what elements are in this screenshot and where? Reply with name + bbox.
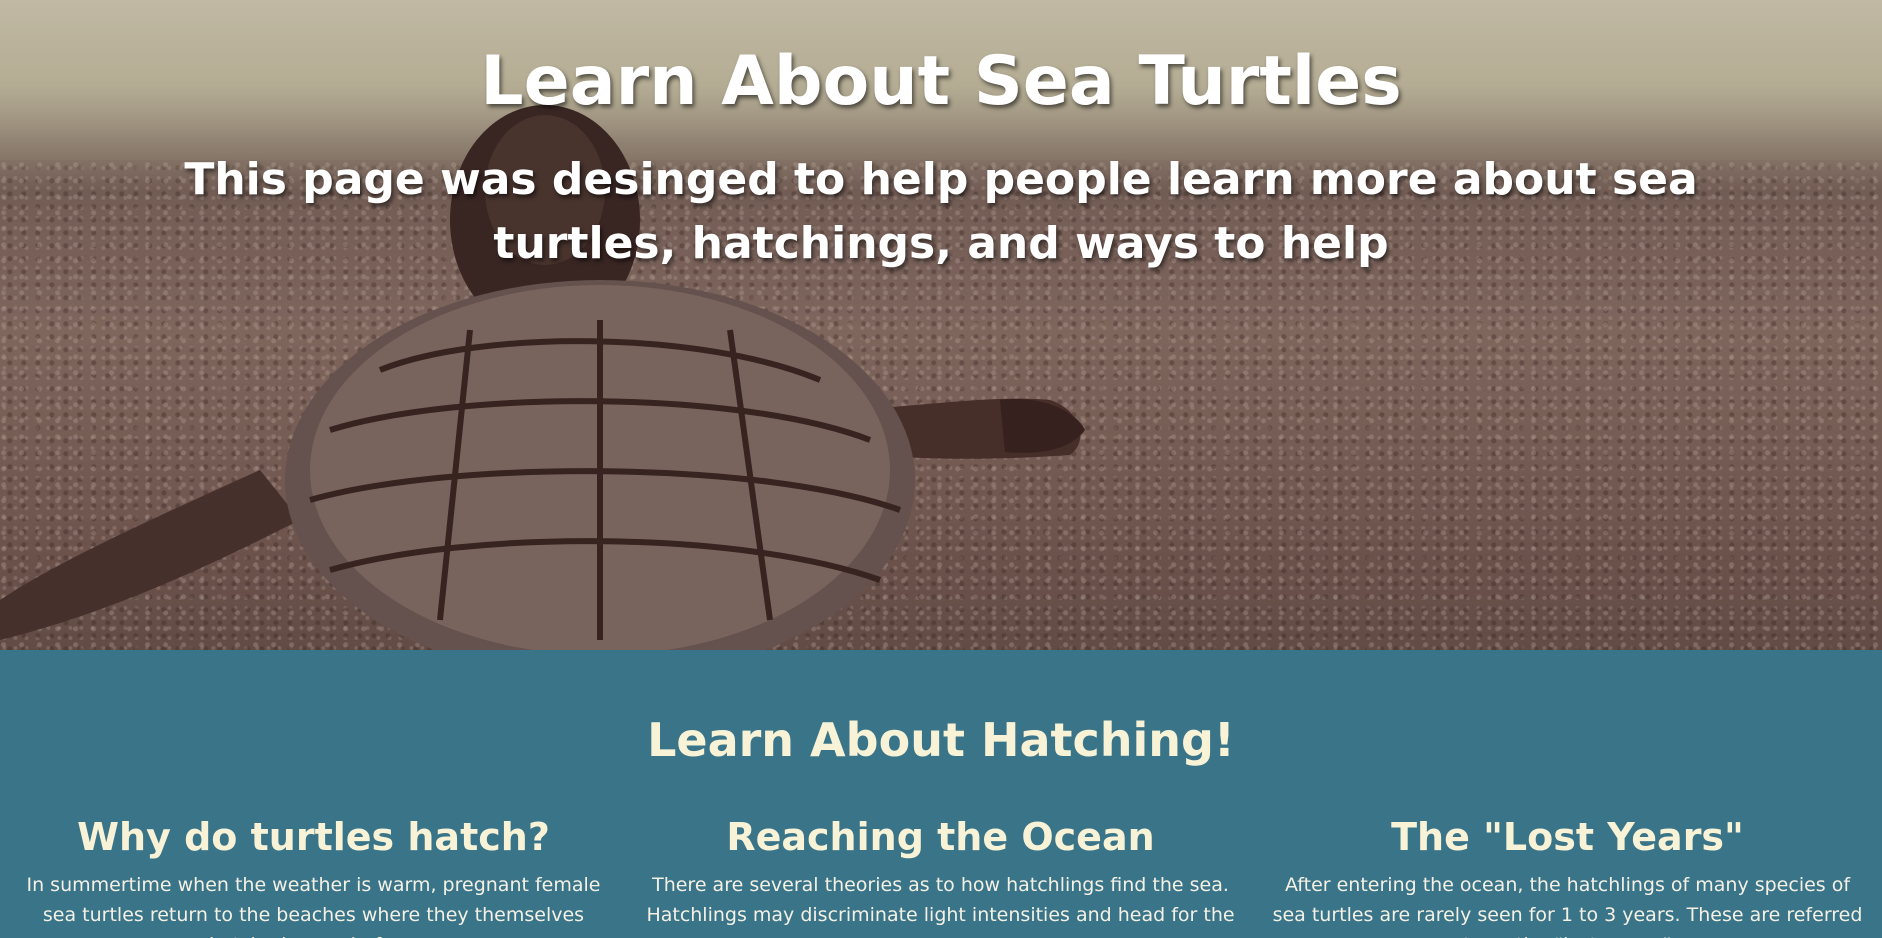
page-subtitle: This page was desinged to help people le… [184, 154, 1698, 269]
page-title: Learn About Sea Turtles [480, 42, 1402, 121]
column-text: After entering the ocean, the hatchlings… [1272, 874, 1863, 938]
hero-banner: Learn About Sea Turtles This page was de… [0, 0, 1882, 650]
column-heading: Reaching the Ocean [726, 815, 1155, 859]
hero-text: Learn About Sea Turtles This page was de… [0, 0, 1882, 276]
hatching-section-title: Learn About Hatching! [647, 713, 1235, 767]
column-text: In summertime when the weather is warm, … [26, 874, 601, 938]
column-heading: Why do turtles hatch? [77, 815, 550, 859]
column-text: There are several theories as to how hat… [646, 874, 1235, 926]
column-lost-years: The "Lost Years" After entering the ocea… [1254, 812, 1881, 938]
column-why-hatch: Why do turtles hatch? In summertime when… [0, 812, 627, 938]
column-reaching-ocean: Reaching the Ocean There are several the… [627, 812, 1254, 938]
hatching-columns: Why do turtles hatch? In summertime when… [0, 812, 1882, 938]
column-heading: The "Lost Years" [1391, 815, 1744, 859]
hatching-section: Learn About Hatching! Why do turtles hat… [0, 650, 1882, 938]
